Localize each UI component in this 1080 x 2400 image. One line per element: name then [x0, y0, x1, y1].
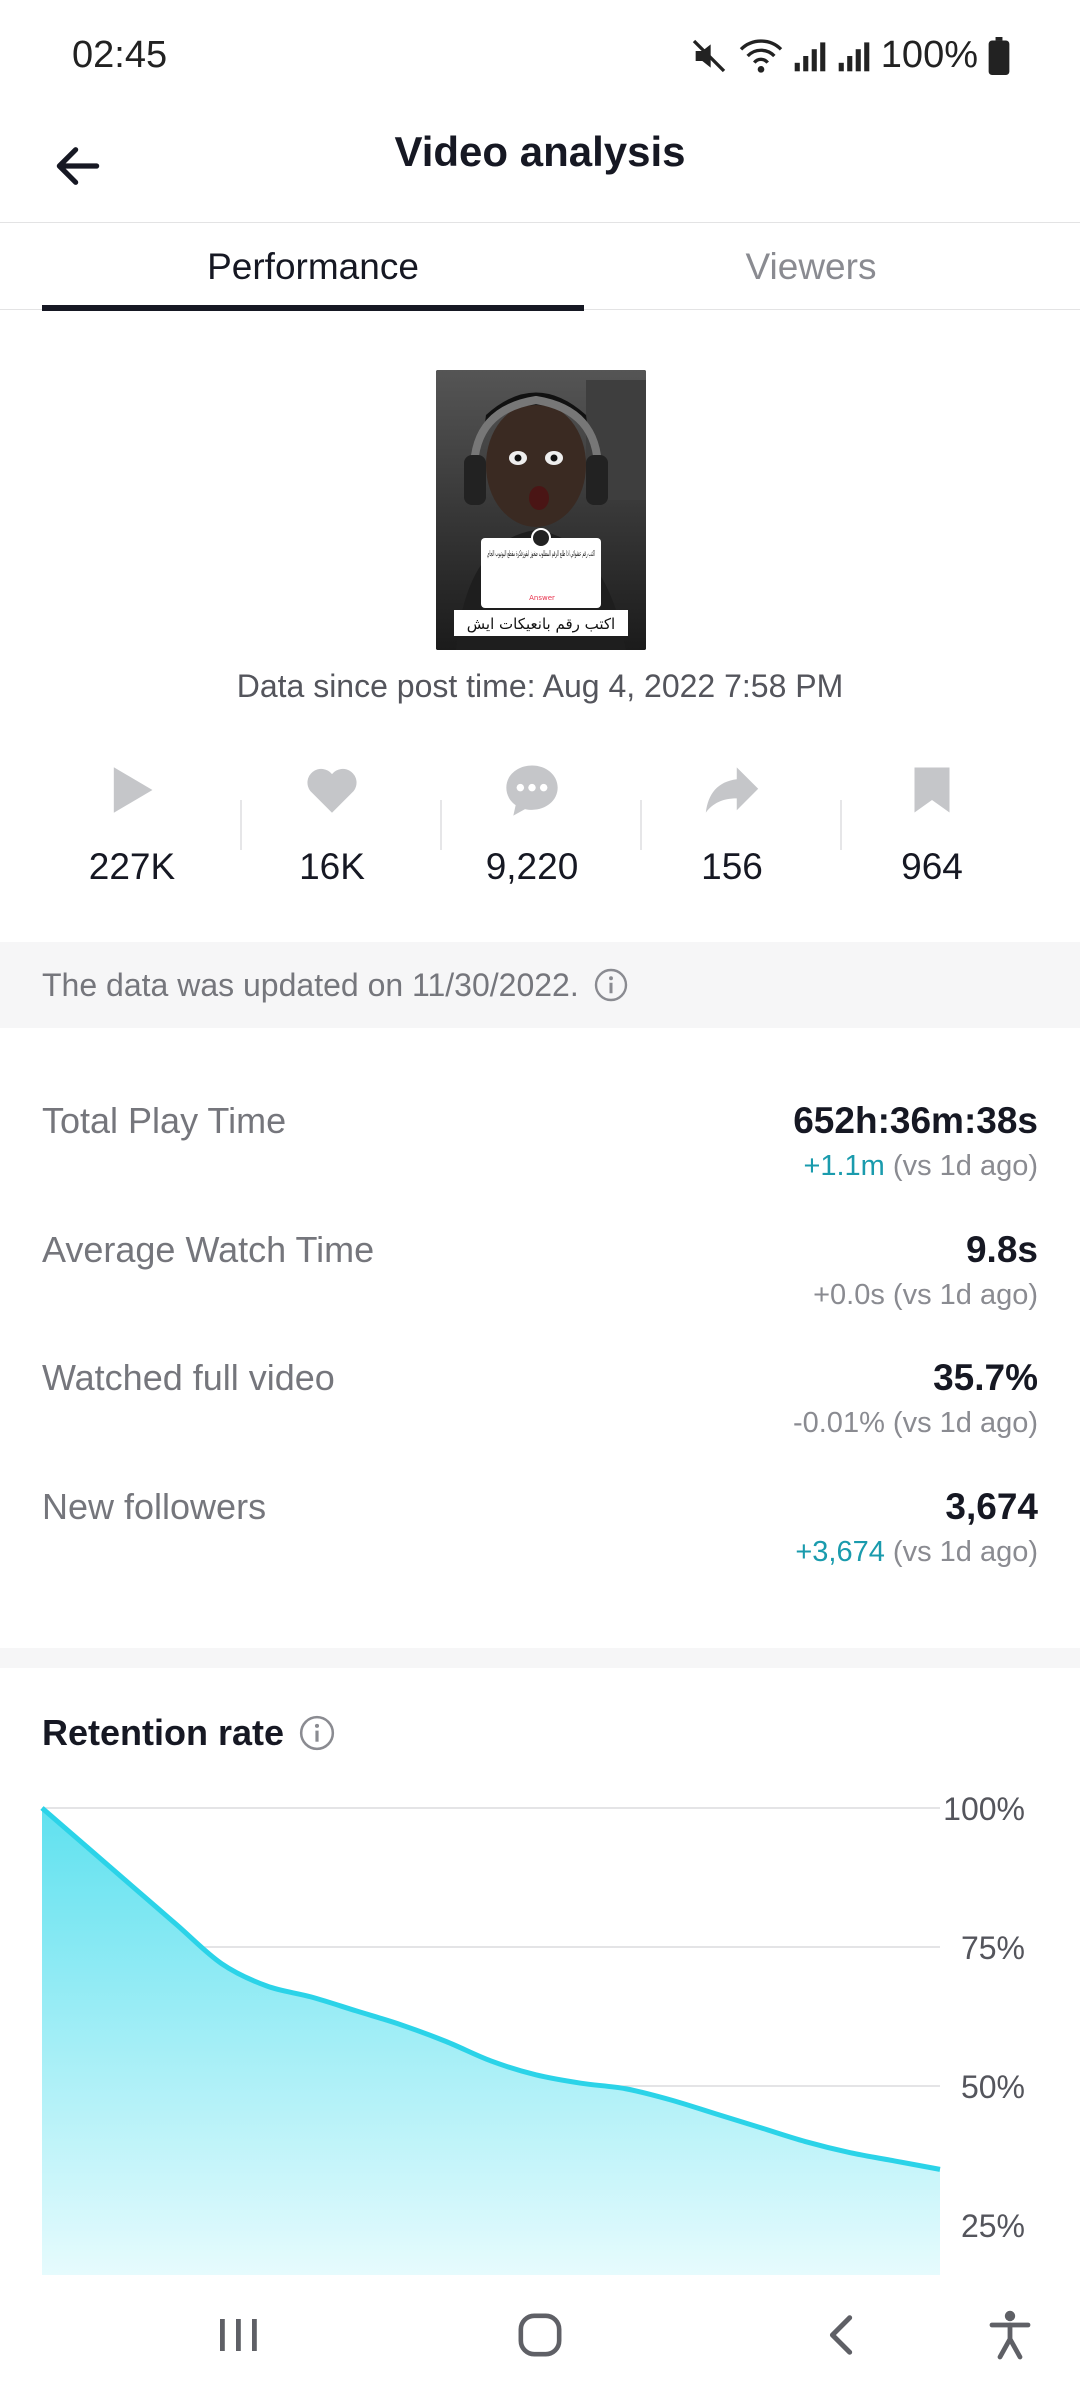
- metric-value: 3,674: [945, 1486, 1038, 1527]
- info-icon[interactable]: [593, 967, 629, 1003]
- chart-y-tick-label: 100%: [943, 1791, 1025, 1827]
- metric-delta: +0.0s: [813, 1279, 885, 1311]
- mute-icon: [689, 36, 729, 76]
- back-nav-button[interactable]: [772, 2275, 912, 2400]
- signal-icon: [793, 38, 827, 74]
- chart-y-tick-label: 50%: [961, 2069, 1025, 2105]
- bookmark-icon: [842, 760, 1022, 820]
- metric-delta: +1.1m: [803, 1150, 885, 1182]
- active-tab-indicator: [42, 305, 584, 311]
- retention-chart-svg: 100% 75% 50% 25%: [40, 1791, 1025, 2275]
- wifi-icon: [739, 36, 783, 76]
- metric-total-play-time: Total Play Time 652h:36m:38s +1.1m (vs 1…: [42, 1100, 1038, 1210]
- metric-value: 652h:36m:38s: [793, 1100, 1038, 1141]
- header: Video analysis: [0, 120, 1080, 222]
- metric-label: Average Watch Time: [42, 1229, 375, 1270]
- recent-apps-button[interactable]: [168, 2275, 308, 2400]
- chart-y-tick-label: 25%: [961, 2208, 1025, 2244]
- heart-icon: [242, 760, 422, 820]
- section-divider: [0, 1648, 1080, 1668]
- stat-comments: 9,220: [442, 760, 622, 910]
- status-bar: 02:45 100%: [0, 0, 1080, 120]
- stat-shares: 156: [642, 760, 822, 910]
- stat-comments-value: 9,220: [485, 846, 579, 887]
- chart-y-ticks: 100% 75% 50% 25%: [943, 1791, 1025, 2244]
- share-icon: [642, 760, 822, 820]
- tab-viewers[interactable]: Viewers: [584, 223, 1038, 311]
- stat-bookmarks: 964: [842, 760, 1022, 910]
- video-thumbnail[interactable]: اكتب رقم عشوائي اذا طلع الرقم المطلوب ضغ…: [436, 370, 646, 650]
- signal-icon: [837, 38, 871, 74]
- metric-new-followers: New followers 3,674 +3,674 (vs 1d ago): [42, 1486, 1038, 1596]
- info-icon[interactable]: [298, 1714, 336, 1752]
- metric-compare: (vs 1d ago): [892, 1279, 1038, 1311]
- status-time: 02:45: [72, 34, 168, 76]
- stat-shares-value: 156: [701, 846, 763, 887]
- metric-delta-row: +3,674 (vs 1d ago): [795, 1536, 1038, 1569]
- metric-delta-row: +1.1m (vs 1d ago): [803, 1150, 1038, 1183]
- retention-title: Retention rate: [42, 1712, 336, 1754]
- stat-likes-value: 16K: [299, 846, 365, 887]
- metric-compare: (vs 1d ago): [892, 1150, 1038, 1182]
- update-notice-text: The data was updated on 11/30/2022.: [42, 966, 579, 1003]
- tab-bar: Performance Viewers: [0, 222, 1080, 311]
- home-icon: [517, 2312, 563, 2363]
- recent-apps-icon: [216, 2315, 260, 2360]
- metric-label: New followers: [42, 1486, 267, 1527]
- retention-chart[interactable]: 100% 75% 50% 25%: [0, 1780, 1080, 2275]
- metric-label: Watched full video: [42, 1357, 335, 1398]
- page-title: Video analysis: [394, 128, 686, 175]
- retention-area: [42, 1808, 940, 2275]
- metric-delta-row: +0.0s (vs 1d ago): [813, 1279, 1038, 1312]
- back-icon: [822, 2312, 862, 2363]
- stat-views: 227K: [42, 760, 222, 910]
- metric-average-watch-time: Average Watch Time 9.8s +0.0s (vs 1d ago…: [42, 1229, 1038, 1339]
- status-icons: 100%: [689, 34, 1010, 77]
- stats-row: 227K 16K 9,220 156 964: [42, 760, 1038, 910]
- home-button[interactable]: [470, 2275, 610, 2400]
- accessibility-button[interactable]: [940, 2275, 1080, 2400]
- chart-y-tick-label: 75%: [961, 1930, 1025, 1966]
- comment-icon: [442, 760, 622, 820]
- thumbnail-card-text: اكتب رقم عشوائي اذا طلع الرقم المطلوب ضغ…: [487, 549, 595, 558]
- metric-label: Total Play Time: [42, 1100, 287, 1141]
- stat-likes: 16K: [242, 760, 422, 910]
- stat-views-value: 227K: [88, 846, 176, 887]
- retention-title-text: Retention rate: [42, 1712, 285, 1753]
- metric-watched-full-video: Watched full video 35.7% -0.01% (vs 1d a…: [42, 1357, 1038, 1467]
- metric-delta: +3,674: [795, 1536, 885, 1568]
- metric-value: 9.8s: [965, 1229, 1038, 1270]
- metric-compare: (vs 1d ago): [892, 1407, 1038, 1439]
- metric-delta: -0.01%: [792, 1407, 885, 1439]
- battery-icon: [988, 36, 1010, 75]
- thumbnail-caption: اكتب رقم بانعيكات ايش: [467, 615, 615, 633]
- metric-delta-row: -0.01% (vs 1d ago): [793, 1407, 1038, 1440]
- stat-bookmarks-value: 964: [901, 846, 963, 887]
- system-nav-bar: [0, 2275, 1080, 2400]
- metric-value: 35.7%: [933, 1357, 1038, 1398]
- play-icon: [42, 760, 222, 820]
- update-notice: The data was updated on 11/30/2022.: [0, 942, 1080, 1028]
- metric-compare: (vs 1d ago): [892, 1536, 1038, 1568]
- battery-label: 100%: [880, 34, 978, 76]
- thumbnail-answer-label: Answer: [529, 594, 555, 602]
- accessibility-icon: [988, 2309, 1032, 2366]
- post-time-text: Data since post time: Aug 4, 2022 7:58 P…: [236, 668, 844, 704]
- tab-performance[interactable]: Performance: [42, 223, 584, 311]
